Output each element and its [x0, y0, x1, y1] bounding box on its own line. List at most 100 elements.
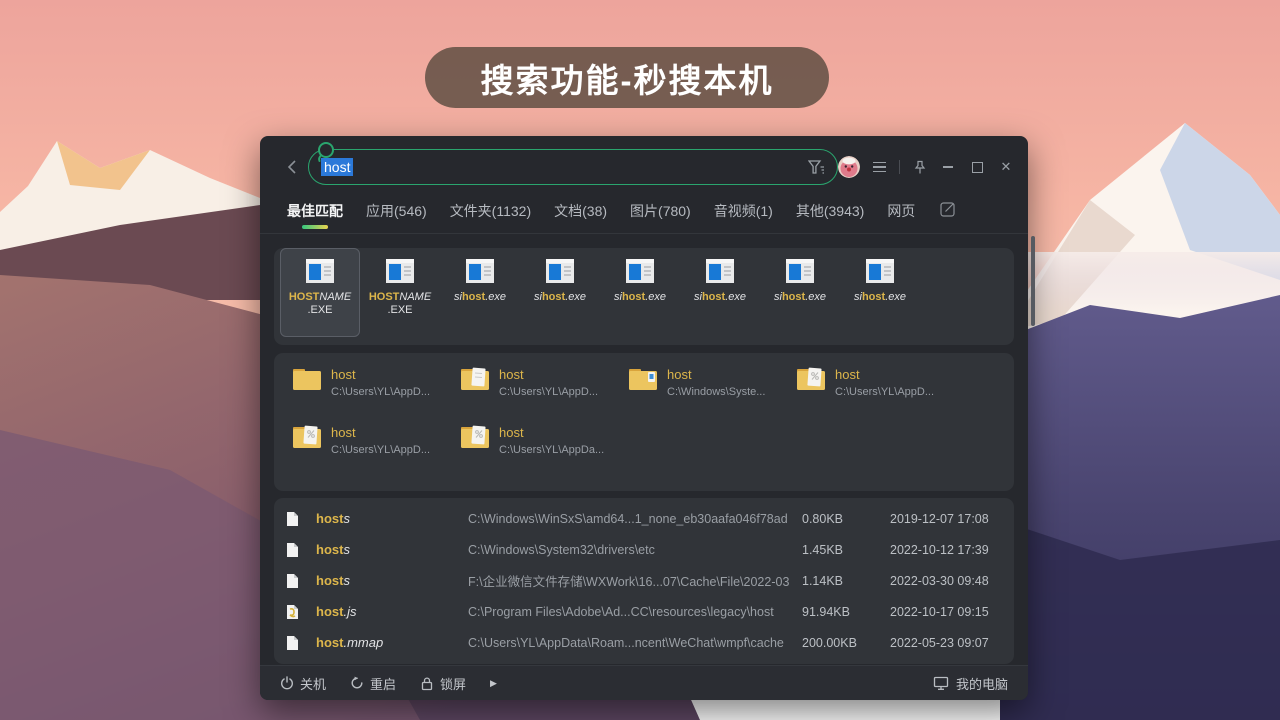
- folder-result[interactable]: host C:\Users\YL\AppD...: [292, 425, 460, 483]
- exe-results-card: HOSTNAME .EXE HOSTNAME .EXE: [274, 248, 1014, 345]
- tab-images[interactable]: 图片(780): [630, 198, 691, 221]
- file-path: C:\Users\YL\AppData\Roam...ncent\WeChat\…: [468, 636, 802, 650]
- folder-with-files-icon: [460, 425, 490, 450]
- file-name: hosts: [316, 542, 468, 557]
- power-icon: [280, 676, 294, 690]
- file-size: 91.94KB: [802, 605, 890, 619]
- lock-icon: [420, 676, 434, 691]
- exe-label: sihost.exe: [614, 291, 666, 304]
- exe-result-sihost[interactable]: sihost.exe: [760, 248, 840, 337]
- exe-result-sihost[interactable]: sihost.exe: [840, 248, 920, 337]
- application-icon: [705, 258, 735, 284]
- file-size: 200.00KB: [802, 636, 890, 650]
- folder-path: C:\Users\YL\AppD...: [835, 386, 934, 398]
- menu-icon[interactable]: [873, 162, 886, 173]
- application-icon: [305, 258, 335, 284]
- folder-name: host: [835, 367, 934, 382]
- tab-web[interactable]: 网页: [887, 198, 915, 221]
- user-avatar[interactable]: [838, 156, 860, 178]
- file-path: C:\Program Files\Adobe\Ad...CC\resources…: [468, 605, 802, 619]
- exe-result-sihost[interactable]: sihost.exe: [600, 248, 680, 337]
- application-icon: [465, 258, 495, 284]
- lock-screen-button[interactable]: 锁屏: [420, 674, 466, 693]
- exe-result-hostname[interactable]: HOSTNAME .EXE: [360, 248, 440, 337]
- folder-result[interactable]: host C:\Users\YL\AppD...: [460, 367, 628, 425]
- filter-icon[interactable]: [808, 160, 825, 175]
- exe-label: HOSTNAME .EXE: [289, 291, 351, 317]
- file-name: host.mmap: [316, 635, 468, 650]
- tab-folders[interactable]: 文件夹(1132): [450, 198, 531, 221]
- document-icon: [286, 635, 316, 651]
- folder-path: C:\Users\YL\AppDa...: [499, 444, 604, 456]
- file-size: 0.80KB: [802, 512, 890, 526]
- folder-path: C:\Users\YL\AppD...: [331, 386, 430, 398]
- exe-result-sihost[interactable]: sihost.exe: [440, 248, 520, 337]
- file-path: F:\企业微信文件存储\WXWork\16...07\Cache\File\20…: [468, 571, 802, 590]
- back-icon[interactable]: [286, 159, 298, 175]
- exe-label: sihost.exe: [694, 291, 746, 304]
- application-icon: [385, 258, 415, 284]
- file-date: 2022-10-12 17:39: [890, 543, 1002, 557]
- folder-result[interactable]: host C:\Users\YL\AppD...: [796, 367, 964, 425]
- file-name: host.js: [316, 604, 468, 619]
- search-app-window: host: [260, 136, 1028, 700]
- document-icon: [286, 542, 316, 558]
- folder-name: host: [499, 425, 604, 440]
- restart-icon: [350, 676, 364, 690]
- titlebar-controls: ✕: [838, 136, 1014, 198]
- my-computer-button[interactable]: 我的电脑: [933, 674, 1008, 693]
- javascript-file-icon: [286, 604, 316, 620]
- tab-documents[interactable]: 文档(38): [554, 198, 607, 221]
- titlebar-separator: [899, 160, 900, 174]
- exe-result-sihost[interactable]: sihost.exe: [680, 248, 760, 337]
- shutdown-button[interactable]: 关机: [280, 674, 326, 693]
- close-button[interactable]: ✕: [998, 159, 1014, 175]
- exe-result-sihost[interactable]: sihost.exe: [520, 248, 600, 337]
- more-actions-icon[interactable]: ▶: [490, 678, 497, 689]
- maximize-button[interactable]: [969, 159, 985, 175]
- folder-path: C:\Users\YL\AppD...: [331, 444, 430, 456]
- folder-path: C:\Users\YL\AppD...: [499, 386, 598, 398]
- folder-result[interactable]: host C:\Windows\Syste...: [628, 367, 796, 425]
- restart-button[interactable]: 重启: [350, 674, 396, 693]
- search-input[interactable]: host: [308, 149, 838, 185]
- file-name: hosts: [316, 511, 468, 526]
- tab-others[interactable]: 其他(3943): [796, 198, 864, 221]
- file-row[interactable]: host.mmap C:\Users\YL\AppData\Roam...nce…: [274, 627, 1014, 658]
- folder-results-card: host C:\Users\YL\AppD... host C:\Users\Y…: [274, 353, 1014, 491]
- tab-best-match[interactable]: 最佳匹配: [287, 198, 343, 221]
- file-results-card: hosts C:\Windows\WinSxS\amd64...1_none_e…: [274, 498, 1014, 664]
- edit-tabs-icon[interactable]: [940, 202, 955, 217]
- title-banner: 搜索功能-秒搜本机: [425, 47, 829, 108]
- file-row[interactable]: hosts C:\Windows\System32\drivers\etc 1.…: [274, 534, 1014, 565]
- file-size: 1.14KB: [802, 574, 890, 588]
- tab-media[interactable]: 音视频(1): [714, 198, 773, 221]
- document-icon: [286, 511, 316, 527]
- file-row[interactable]: hosts F:\企业微信文件存储\WXWork\16...07\Cache\F…: [274, 565, 1014, 596]
- exe-label: sihost.exe: [774, 291, 826, 304]
- tab-apps[interactable]: 应用(546): [366, 198, 427, 221]
- minimize-button[interactable]: [940, 159, 956, 175]
- result-tabs: 最佳匹配 应用(546) 文件夹(1132) 文档(38) 图片(780) 音视…: [260, 198, 1028, 232]
- exe-label: sihost.exe: [854, 291, 906, 304]
- folder-with-files-icon: [292, 425, 322, 450]
- folder-path: C:\Windows\Syste...: [667, 386, 765, 398]
- scrollbar-thumb[interactable]: [1031, 236, 1035, 326]
- banner-title: 搜索功能-秒搜本机: [481, 54, 774, 102]
- folder-with-files-icon: [460, 367, 490, 392]
- file-name: hosts: [316, 573, 468, 588]
- folder-with-files-icon: [628, 367, 658, 392]
- file-path: C:\Windows\WinSxS\amd64...1_none_eb30aaf…: [468, 512, 802, 526]
- folder-result[interactable]: host C:\Users\YL\AppD...: [292, 367, 460, 425]
- pin-icon[interactable]: [913, 160, 927, 175]
- folder-result[interactable]: host C:\Users\YL\AppDa...: [460, 425, 628, 483]
- folder-name: host: [499, 367, 598, 382]
- folder-name: host: [331, 367, 430, 382]
- exe-result-hostname[interactable]: HOSTNAME .EXE: [280, 248, 360, 337]
- file-path: C:\Windows\System32\drivers\etc: [468, 543, 802, 557]
- folder-name: host: [667, 367, 765, 382]
- file-row[interactable]: host.js C:\Program Files\Adobe\Ad...CC\r…: [274, 596, 1014, 627]
- folder-icon: [292, 367, 322, 392]
- file-row[interactable]: hosts C:\Windows\WinSxS\amd64...1_none_e…: [274, 503, 1014, 534]
- file-date: 2022-05-23 09:07: [890, 636, 1002, 650]
